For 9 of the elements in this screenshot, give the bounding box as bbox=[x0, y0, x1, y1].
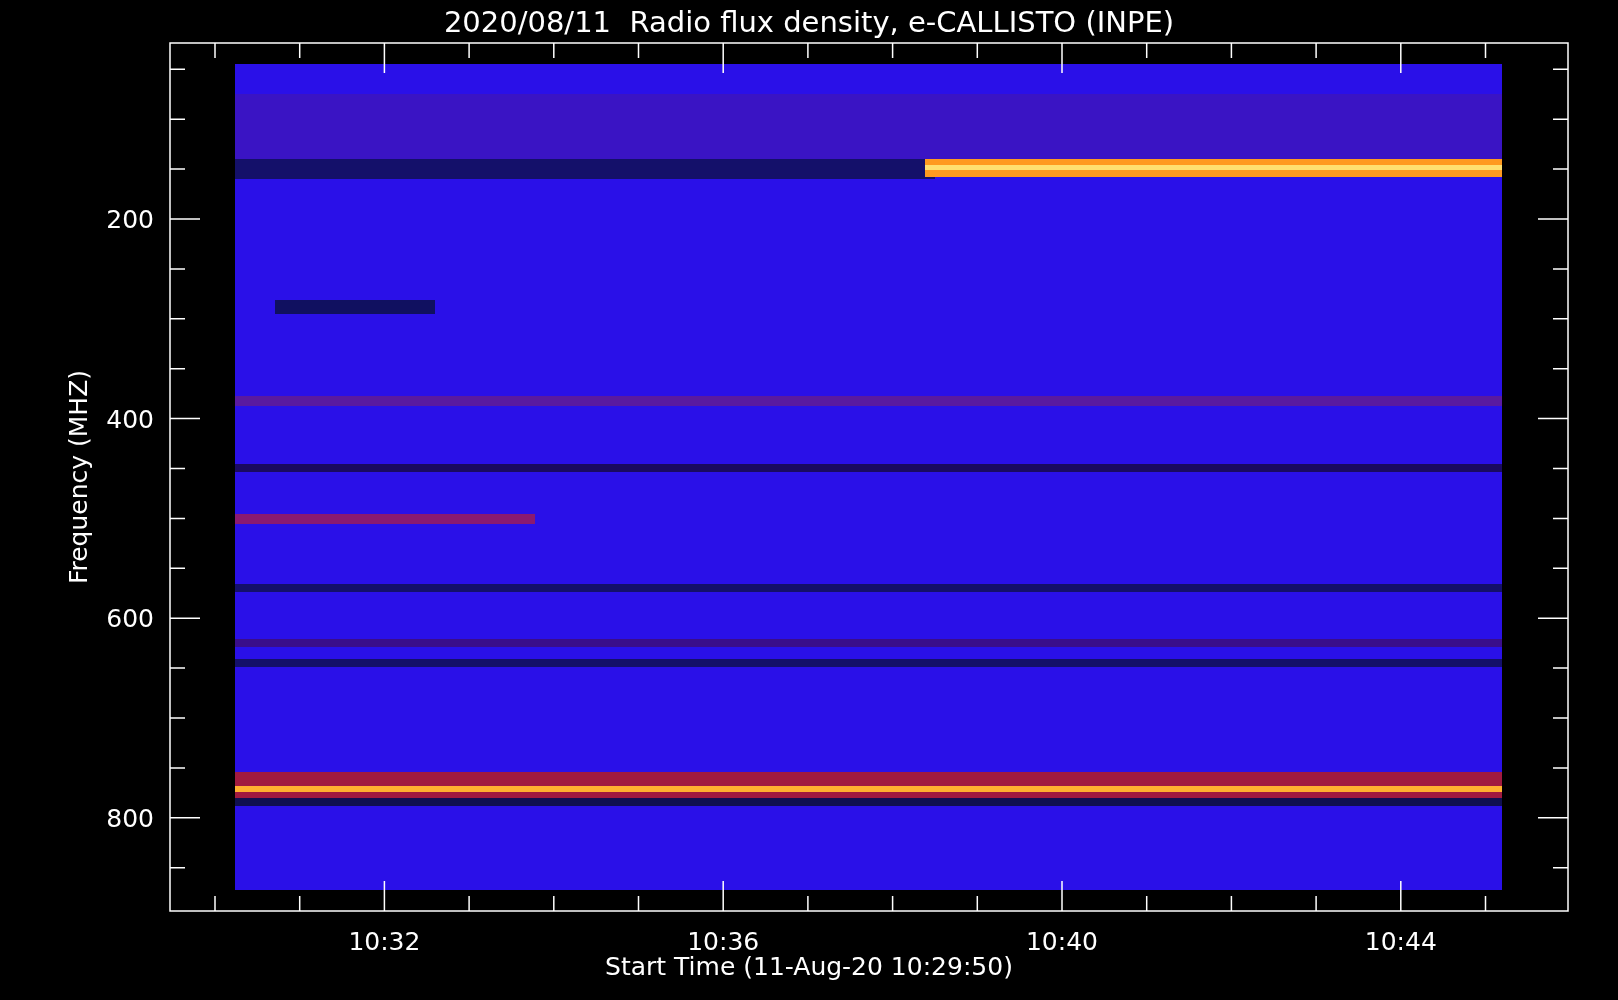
chart-title: 2020/08/11 Radio flux density, e-CALLISTO (INPE) bbox=[443, 5, 1175, 39]
tick-label: 800 bbox=[106, 803, 154, 833]
tick-label: 10:32 bbox=[348, 927, 421, 956]
tick-label: 600 bbox=[106, 604, 154, 634]
tick-label: 10:40 bbox=[1026, 927, 1098, 956]
axis-title: Frequency (MHZ) bbox=[64, 369, 93, 585]
tick-label: 10:44 bbox=[1364, 927, 1437, 956]
tick-label: 400 bbox=[106, 404, 154, 434]
tick-label: 200 bbox=[106, 205, 154, 234]
